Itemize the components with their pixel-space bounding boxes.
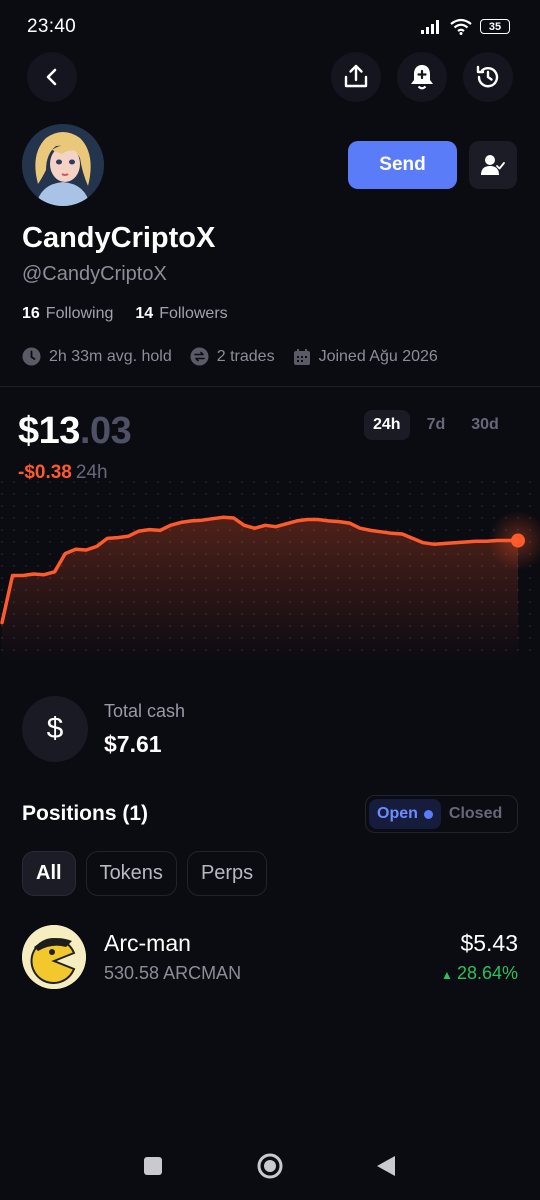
dollar-icon: $ (22, 696, 88, 762)
system-nav (144, 1153, 395, 1179)
joined: Joined Ağu 2026 (293, 348, 438, 366)
status-time: 23:40 (27, 16, 77, 37)
triangle-up-icon: ▲ (441, 968, 453, 982)
filter-tokens[interactable]: Tokens (85, 851, 177, 896)
profile-meta: 2h 33m avg. hold 2 trades Joined Ağu 202… (22, 347, 438, 366)
followers-count: 14 (135, 305, 154, 322)
position-name[interactable]: Arc-man (104, 930, 191, 957)
followers-link[interactable]: 14 Followers (135, 305, 227, 323)
position-value: $5.43 (460, 930, 518, 956)
position-change-value: 28.64% (456, 963, 518, 983)
clock-icon (22, 347, 41, 366)
open-dot-icon (423, 809, 433, 819)
balance-integer: $13 (18, 410, 80, 452)
display-name: CandyCriptoX (22, 222, 216, 254)
chart-end-point (511, 533, 525, 548)
avg-hold-text: 2h 33m avg. hold (49, 347, 172, 365)
trades: 2 trades (190, 347, 275, 366)
calendar-icon (293, 348, 310, 365)
positions-title: Positions (1) (22, 802, 149, 825)
positions-toggle: Open Closed (365, 795, 518, 833)
joined-text: Joined Ağu 2026 (318, 347, 438, 365)
filter-perps[interactable]: Perps (186, 851, 268, 896)
chevron-left-icon (46, 68, 57, 86)
range-tabs: 24h 7d 30d (364, 410, 508, 440)
notify-button[interactable] (397, 52, 447, 102)
position-filters: All Tokens Perps (22, 851, 268, 896)
share-icon (344, 64, 368, 88)
swap-icon (190, 347, 209, 366)
share-button[interactable] (331, 52, 381, 102)
user-check-icon (481, 155, 505, 175)
token-logo[interactable] (22, 925, 86, 989)
battery-icon: 35 (480, 19, 510, 34)
home-inner-icon (264, 1160, 276, 1172)
send-button[interactable]: Send (348, 141, 457, 189)
range-tab-24h[interactable]: 24h (364, 410, 410, 440)
divider (0, 386, 540, 387)
following-label: Following (45, 305, 114, 322)
avg-hold: 2h 33m avg. hold (22, 347, 172, 366)
balance-decimal: .03 (79, 410, 132, 452)
balance-chart (0, 480, 540, 660)
history-button[interactable] (463, 52, 513, 102)
range-tab-30d[interactable]: 30d (462, 410, 508, 440)
arcman-logo-icon (22, 925, 86, 989)
trades-text: 2 trades (216, 347, 275, 365)
filter-all[interactable]: All (22, 851, 76, 896)
user-handle: @CandyCriptoX (22, 263, 167, 285)
back-nav-button[interactable] (377, 1156, 395, 1176)
signal-icon (421, 19, 439, 34)
toggle-closed[interactable]: Closed (441, 799, 510, 829)
bell-plus-icon (411, 65, 433, 90)
toggle-open-label: Open (377, 805, 418, 822)
cash-value: $7.61 (104, 731, 162, 757)
follow-button[interactable] (469, 141, 517, 189)
wifi-icon (450, 18, 472, 35)
recents-button[interactable] (144, 1157, 162, 1175)
back-button[interactable] (27, 52, 77, 102)
followers-label: Followers (159, 305, 228, 322)
follow-counts: 16 Following 14 Followers (22, 305, 228, 323)
status-icons: 35 (420, 18, 510, 35)
following-count: 16 (22, 305, 40, 322)
toggle-open[interactable]: Open (369, 799, 441, 829)
avatar (22, 124, 104, 206)
cash-label: Total cash (104, 701, 186, 721)
position-amount: 530.58 ARCMAN (104, 963, 242, 983)
balance: $13.03 (18, 410, 132, 453)
position-change: ▲ 28.64% (441, 963, 518, 984)
avatar-image (22, 124, 104, 206)
range-tab-7d[interactable]: 7d (418, 410, 455, 440)
history-icon (476, 65, 499, 88)
following-link[interactable]: 16 Following (22, 305, 113, 323)
